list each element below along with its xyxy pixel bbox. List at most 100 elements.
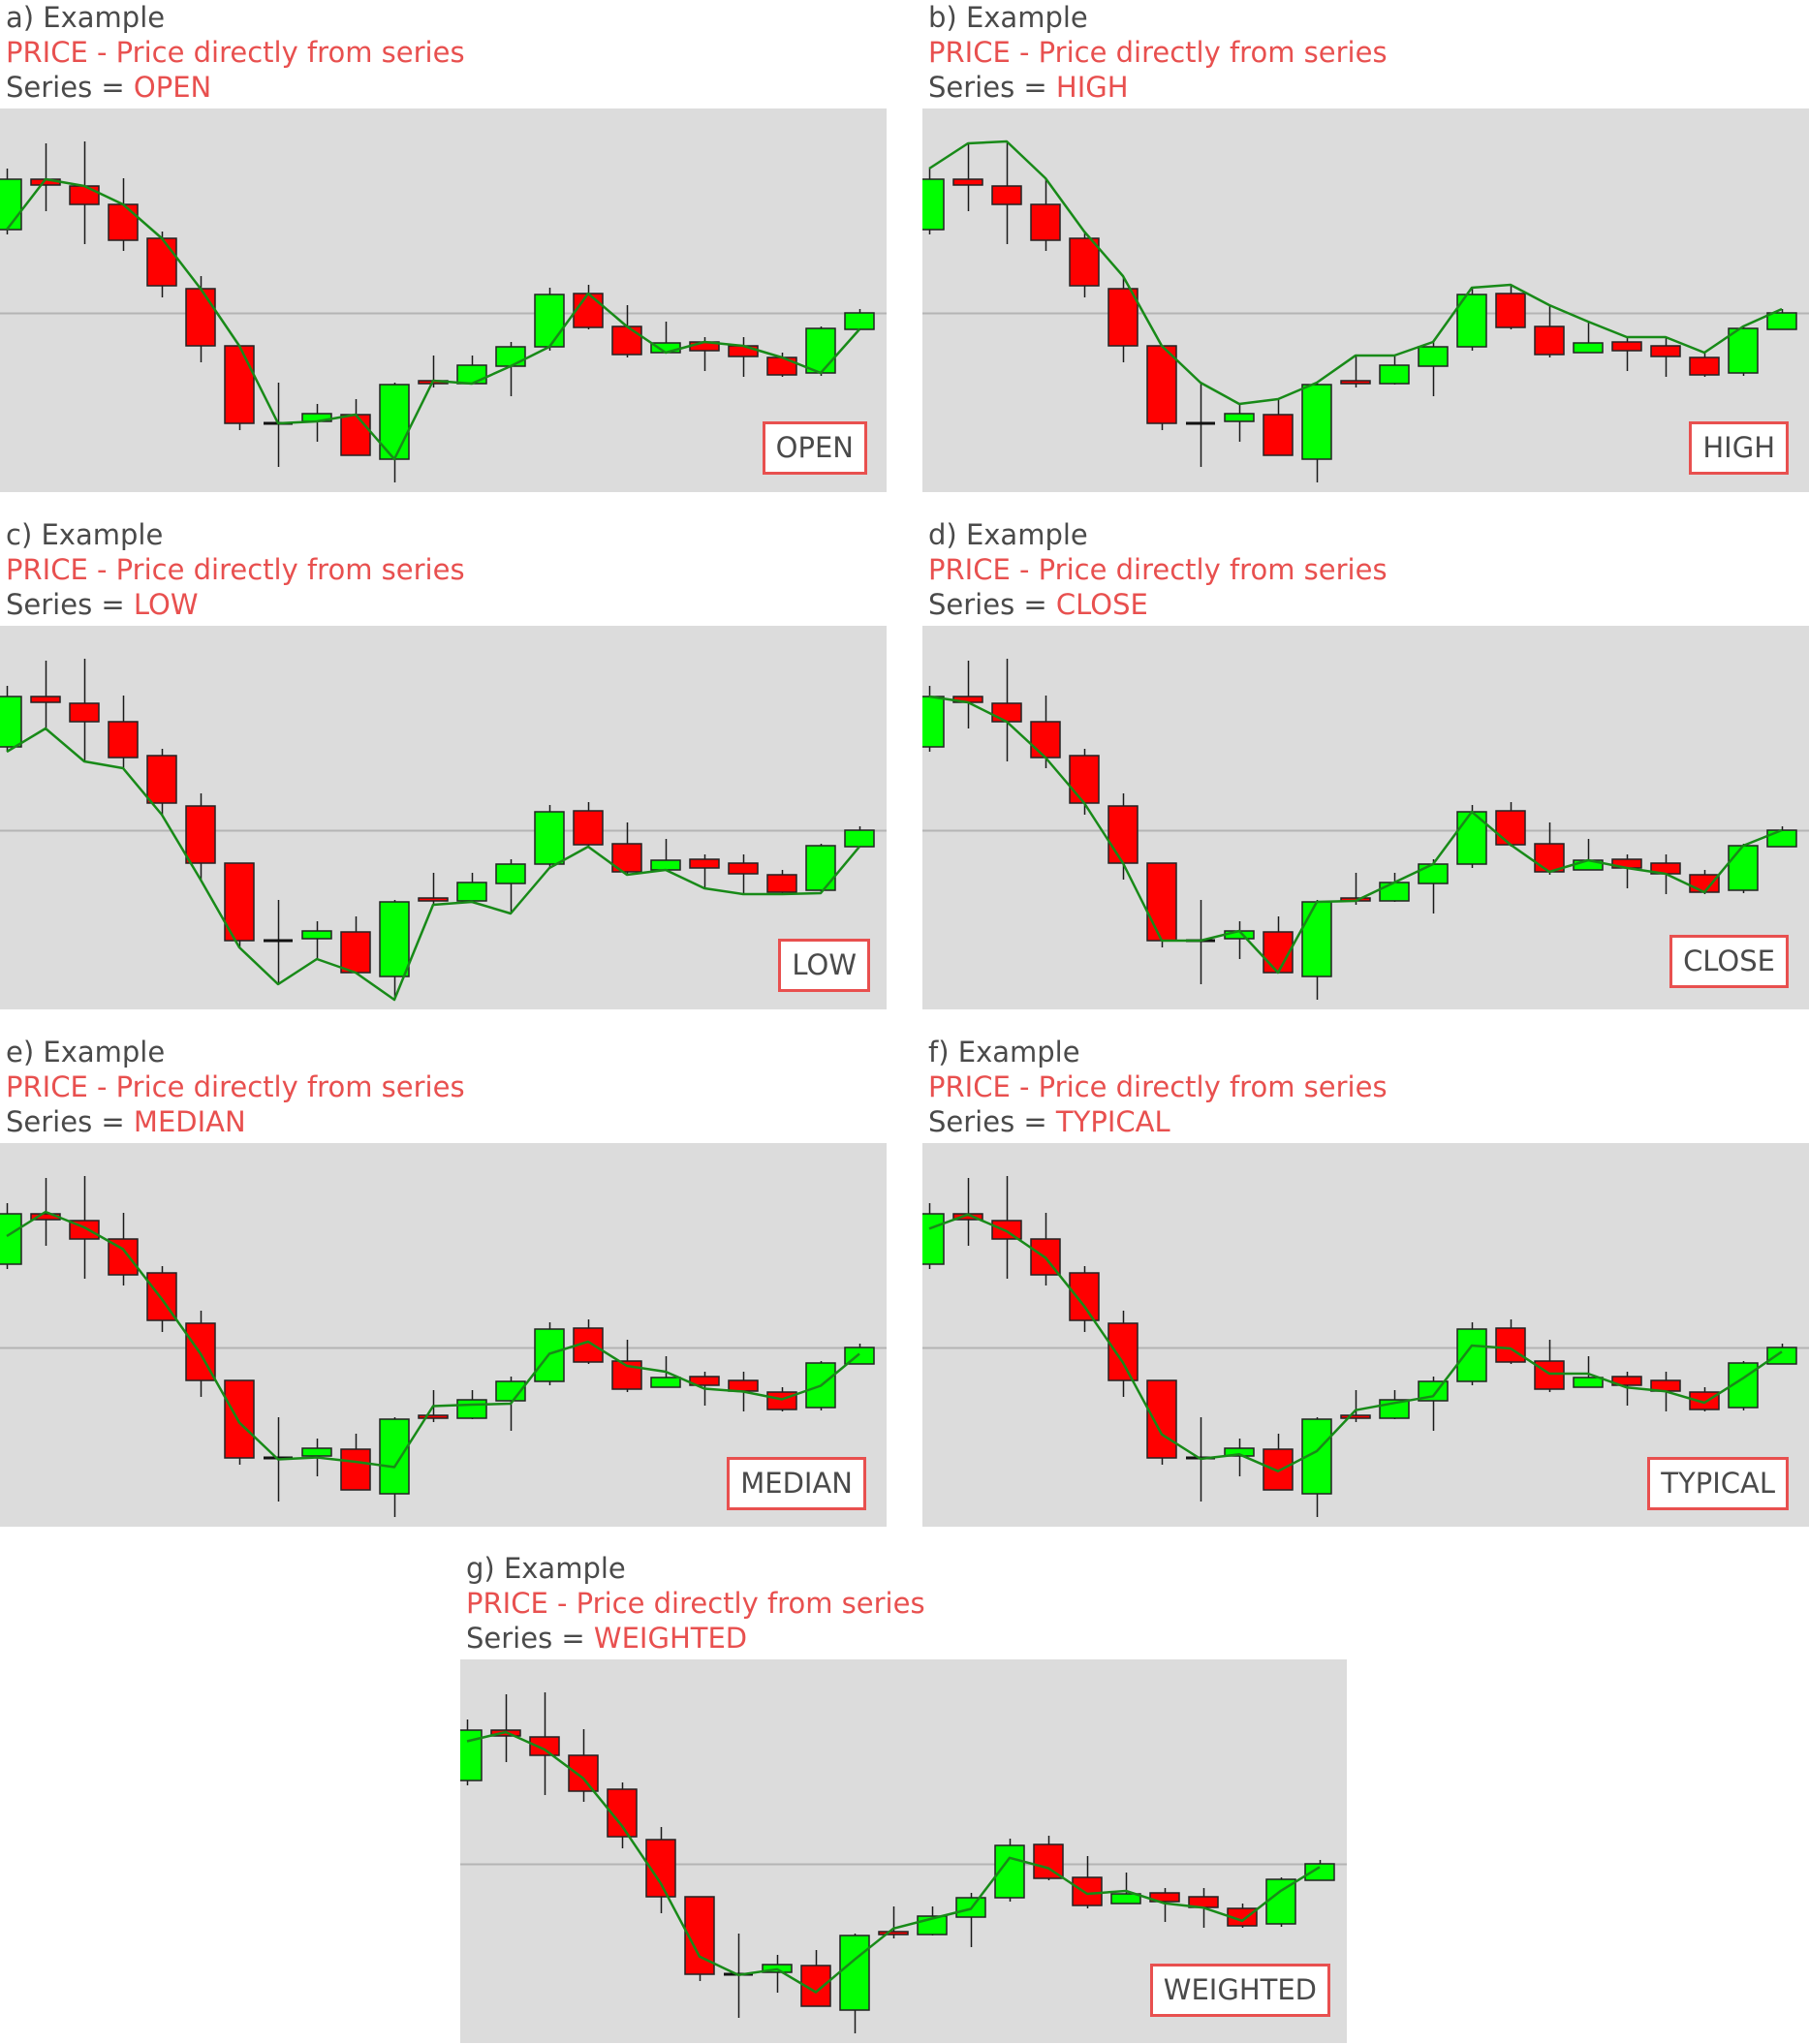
method-label: PRICE - Price directly from series <box>928 1070 1388 1103</box>
candle <box>1573 839 1604 871</box>
candle-body-bear <box>1495 293 1526 328</box>
candle <box>839 1934 870 2033</box>
candle-body-bear <box>1495 810 1526 846</box>
candle <box>264 383 293 467</box>
candle-body-bear <box>1146 862 1177 942</box>
chart-panel: HIGH <box>922 108 1809 492</box>
candle-body-bear <box>340 1448 371 1491</box>
chart-panel: WEIGHTED <box>460 1659 1347 2043</box>
candle <box>922 1203 945 1269</box>
candle <box>0 686 22 752</box>
panel-header: c) Example PRICE - Price directly from s… <box>6 517 465 622</box>
candle <box>495 859 526 914</box>
candle-body-bull <box>805 327 836 374</box>
candle-body-bull <box>922 696 945 748</box>
candle-body-bull <box>379 1418 410 1495</box>
candle-body-bear <box>1263 414 1294 456</box>
candle-body-bear <box>418 897 449 902</box>
candle <box>1340 1390 1371 1422</box>
candle-body-bull <box>922 1213 945 1265</box>
series-line: Series = OPEN <box>6 70 465 105</box>
candle-body-bear <box>1534 1360 1565 1390</box>
candle <box>1224 1439 1255 1476</box>
method-label: PRICE - Price directly from series <box>928 36 1388 69</box>
candle <box>490 1694 521 1762</box>
candle <box>922 169 945 234</box>
candle-body-bear <box>1689 356 1720 376</box>
candle <box>1418 859 1449 914</box>
candle-body-bull <box>1379 882 1410 902</box>
candle <box>1186 383 1215 467</box>
candle-body-bear <box>30 696 61 703</box>
series-tag-weighted: WEIGHTED <box>1149 1964 1330 2017</box>
candlestick-chart <box>0 659 887 1002</box>
candle-body-bear <box>611 325 642 356</box>
candle <box>991 659 1022 761</box>
candle <box>1301 900 1332 1000</box>
candle-body-bull <box>1766 1347 1797 1365</box>
chart-panel: TYPICAL <box>922 1143 1809 1527</box>
candle <box>1110 1873 1141 1905</box>
candle <box>1611 854 1642 888</box>
candle-body-bear <box>991 1220 1022 1240</box>
series-prefix: Series = <box>466 1622 594 1655</box>
candle <box>1728 844 1759 893</box>
candle-body-bull <box>805 845 836 891</box>
candle <box>534 288 565 351</box>
candle-body-bull <box>495 863 526 884</box>
candle <box>952 661 983 728</box>
candle-body-bear <box>340 414 371 456</box>
candle-body-bull <box>1224 413 1255 422</box>
example-title: g) Example <box>466 1552 626 1585</box>
example-title: b) Example <box>928 1 1088 34</box>
candle-body-bear <box>185 288 216 347</box>
candle-body-bull <box>1728 327 1759 374</box>
candle-body-bull <box>1728 845 1759 891</box>
candle <box>1456 288 1487 351</box>
candle <box>1418 342 1449 396</box>
candle-body-bear <box>1495 1327 1526 1363</box>
candle-body-bear <box>1030 721 1061 759</box>
candle <box>30 661 61 728</box>
candle <box>1689 353 1720 377</box>
candle <box>844 309 875 330</box>
series-tag-high: HIGH <box>1689 421 1789 475</box>
method-label: PRICE - Price directly from series <box>6 553 465 586</box>
series-tag-close: CLOSE <box>1669 935 1789 988</box>
candle <box>224 345 255 430</box>
candle <box>1107 276 1138 362</box>
candle-body-bear <box>1689 874 1720 893</box>
method-label: PRICE - Price directly from series <box>6 36 465 69</box>
candle-body-bear <box>340 931 371 974</box>
candle <box>844 826 875 848</box>
candle-body-bear <box>69 185 100 205</box>
chart-panel: MEDIAN <box>0 1143 887 1527</box>
candle <box>800 1950 831 2007</box>
series-prefix: Series = <box>6 588 134 621</box>
candle-body-bull <box>456 1399 487 1419</box>
candle-body-bull <box>1301 384 1332 460</box>
candle-body-bear <box>1650 345 1681 357</box>
candle-body-bear <box>1340 1414 1371 1419</box>
chart-panel: OPEN <box>0 108 887 492</box>
candle-body-bear <box>1146 345 1177 424</box>
series-prefix: Series = <box>6 71 134 104</box>
candle-body-bull <box>456 882 487 902</box>
candle <box>1146 1379 1177 1465</box>
series-prefix: Series = <box>928 1105 1056 1138</box>
candle-body-bull <box>1379 364 1410 385</box>
candle <box>650 322 681 354</box>
candle-body-bull <box>1456 1328 1487 1382</box>
candle <box>952 143 983 211</box>
series-tag-open: OPEN <box>762 421 867 475</box>
candle <box>0 1203 22 1269</box>
candle-body-bull <box>534 294 565 348</box>
candle-body-bear <box>991 702 1022 723</box>
candle <box>728 337 759 377</box>
candle <box>1030 1213 1061 1285</box>
candle <box>955 1893 986 1947</box>
candle-body-bull <box>650 859 681 871</box>
candle-body-bull <box>1766 312 1797 330</box>
candle-body-bull <box>844 312 875 330</box>
candle-body-bear <box>418 1414 449 1419</box>
